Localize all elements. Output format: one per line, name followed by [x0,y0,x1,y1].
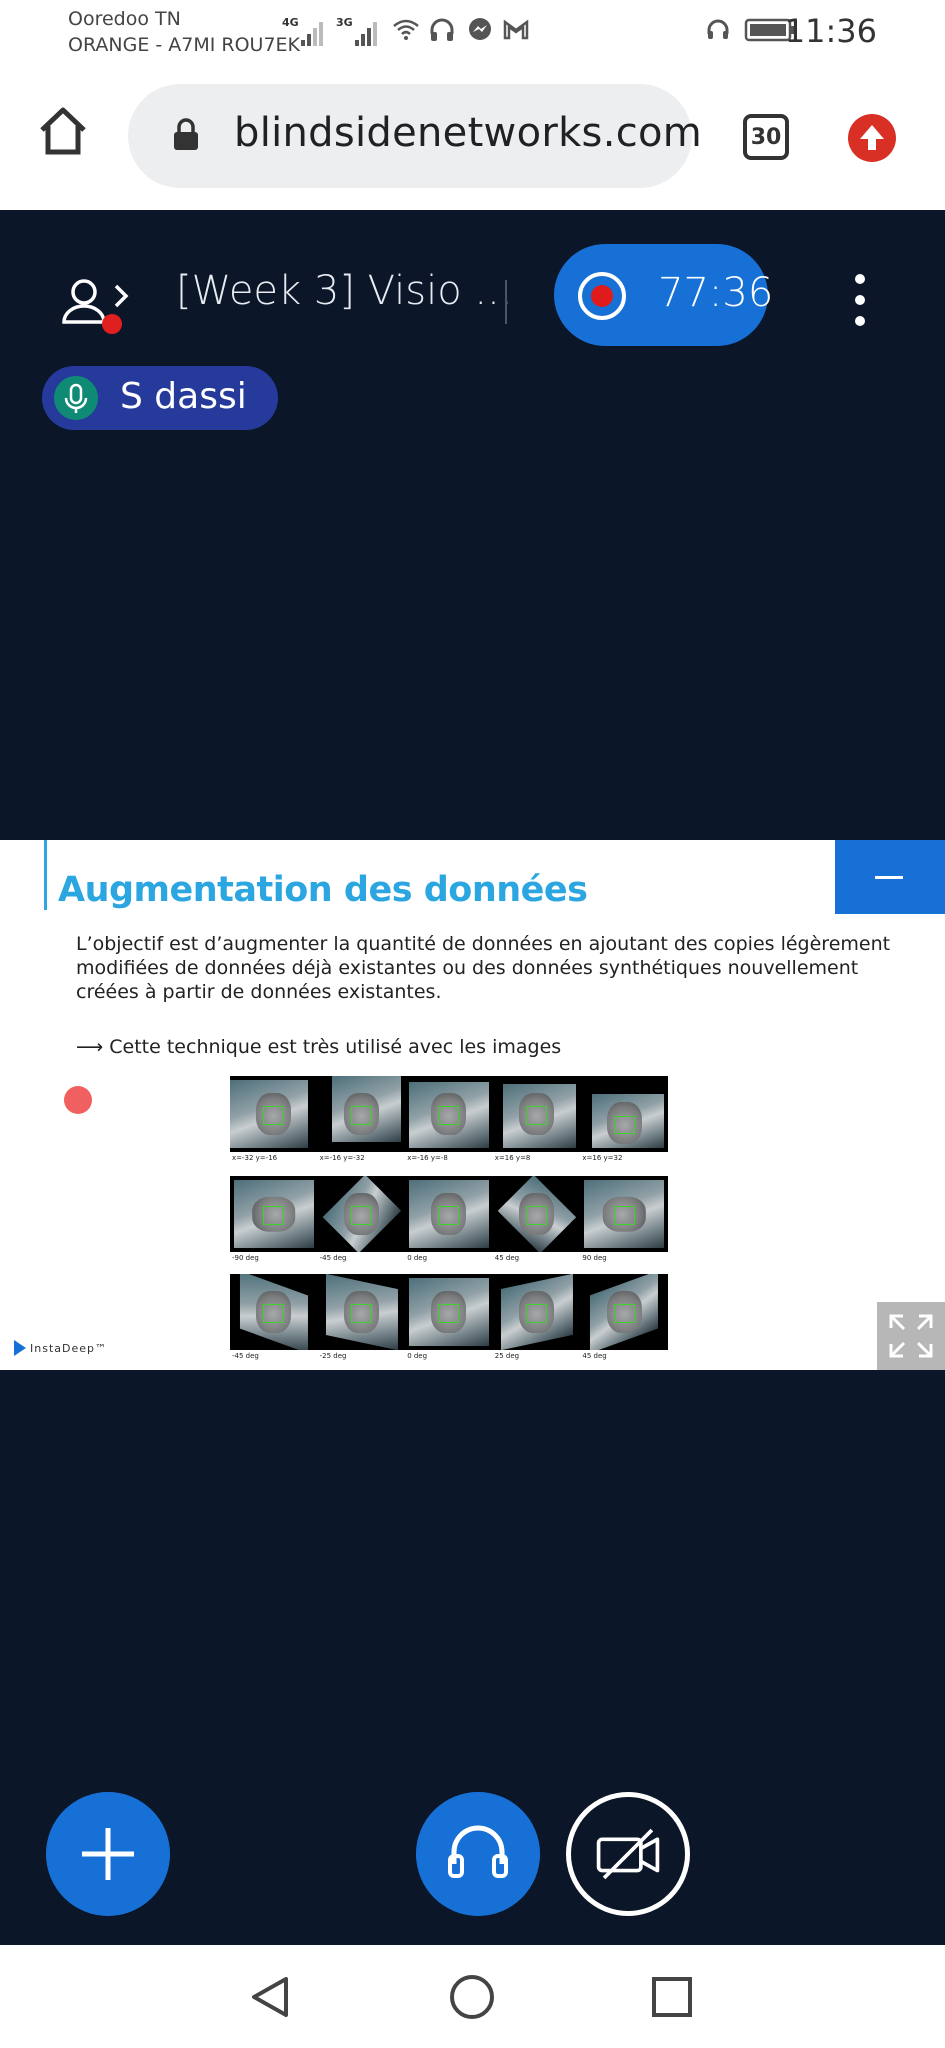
augmented-image [493,1176,581,1252]
talking-indicator: S dassi [42,366,278,430]
status-bar: Ooredoo TN ORANGE - A7MI ROU7EK 4G 3G 11… [0,0,945,66]
augmented-image [580,1274,668,1350]
laser-pointer [64,1086,92,1114]
back-icon[interactable] [246,1973,294,2021]
image-label: -45 deg [319,1254,347,1262]
image-label: 45 deg [582,1352,607,1360]
augmented-image [318,1274,406,1350]
row3-labels: -45 deg -25 deg 0 deg 25 deg 45 deg [230,1352,668,1360]
augmented-image [230,1176,318,1252]
wifi-icon [393,19,419,40]
image-label: x=16 y=32 [582,1154,623,1162]
augmented-image [580,1176,668,1252]
gmail-icon [503,19,529,40]
toolbar-divider [505,280,507,324]
augmented-image [405,1274,493,1350]
more-options-icon[interactable] [850,274,870,334]
signal-4g-icon: 4G [282,16,325,46]
augmentation-row-rotation [230,1176,668,1252]
carrier-name: Ooredoo TN [68,8,181,30]
image-label: x=16 y=8 [494,1154,531,1162]
android-nav-bar [0,1945,945,2048]
fullscreen-icon[interactable] [877,1302,945,1370]
augmented-image [230,1274,318,1350]
augmented-image [493,1274,581,1350]
home-icon[interactable] [36,104,90,158]
augmented-image [405,1176,493,1252]
video-off-button[interactable] [566,1792,690,1916]
headset-icon [707,19,729,39]
lock-icon [174,118,198,150]
row2-labels: -90 deg -45 deg 0 deg 45 deg 90 deg [230,1254,668,1262]
headphones-icon [430,18,454,41]
instadeep-logo: InstaDeep™ [14,1340,107,1356]
home-nav-icon[interactable] [448,1973,496,2021]
browser-toolbar: blindsidenetworks.com 30 [0,66,945,210]
row1-labels: x=-32 y=-16 x=-16 y=-32 x=-16 y=-8 x=16 … [230,1154,668,1162]
image-label: x=-16 y=-8 [407,1154,448,1162]
user-list-icon[interactable] [56,270,146,340]
image-label: 0 deg [407,1352,428,1360]
meeting-title[interactable]: [Week 3] Visio ... [176,268,513,314]
image-label: 0 deg [407,1254,428,1262]
recording-button[interactable]: 77:36 [554,244,773,346]
recording-time: 77:36 [658,270,774,316]
image-label: 45 deg [494,1254,520,1262]
address-bar[interactable]: blindsidenetworks.com [128,84,702,188]
augmented-image [493,1076,581,1152]
presentation-slide: Augmentation des données L’objectif est … [0,840,945,1370]
image-label: -25 deg [319,1352,347,1360]
tab-switcher-button[interactable]: 30 [743,114,789,160]
record-icon [578,272,626,320]
slide-accent-bar [44,840,47,910]
update-arrow-icon[interactable] [848,114,896,162]
messenger-icon [469,18,491,40]
image-label: x=-32 y=-16 [232,1154,278,1162]
slide-bullet: ⟶ Cette technique est très utilisé avec … [76,1036,562,1058]
url-text: blindsidenetworks.com [234,110,703,156]
carrier-name-secondary: ORANGE - A7MI ROU7EK [68,34,300,56]
image-label: 90 deg [582,1254,607,1262]
image-label: -45 deg [232,1352,259,1360]
recents-icon[interactable] [648,1973,696,2021]
augmented-image [580,1076,668,1152]
talker-name: S dassi [120,376,247,417]
image-label: x=-16 y=-32 [319,1154,365,1162]
audio-button[interactable] [416,1792,540,1916]
augmented-image [318,1076,406,1152]
slide-body-text: L’objectif est d’augmenter la quantité d… [76,933,891,1003]
actions-button[interactable] [46,1792,170,1916]
image-label: -90 deg [232,1254,259,1262]
augmented-image [405,1076,493,1152]
signal-3g-icon: 3G [336,16,379,46]
augmented-image [318,1176,406,1252]
minimize-presentation-button[interactable] [835,840,945,914]
augmented-image [230,1076,318,1152]
notification-dot [102,314,122,334]
augmentation-row-shear [230,1274,668,1350]
slide-title: Augmentation des données [58,870,588,910]
image-label: 25 deg [494,1352,520,1360]
microphone-icon [54,376,98,420]
augmentation-row-translation [230,1076,668,1152]
status-clock: 11:36 [784,12,877,50]
